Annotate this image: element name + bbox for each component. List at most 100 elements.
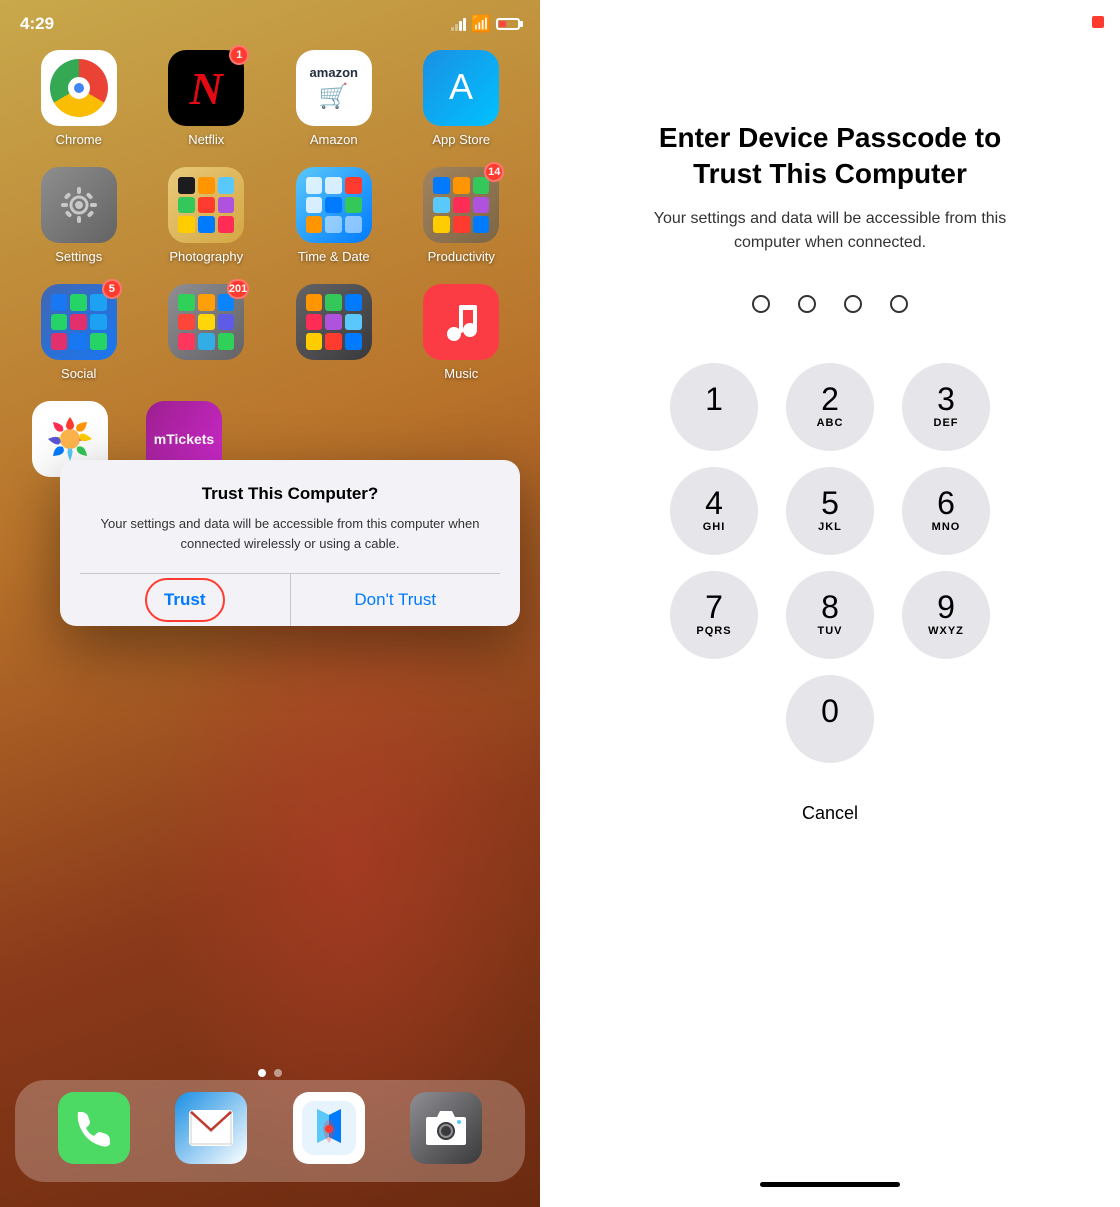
- dock-phone[interactable]: [54, 1092, 134, 1170]
- cancel-button[interactable]: Cancel: [802, 803, 858, 824]
- app-timedate[interactable]: Time & Date: [279, 167, 389, 264]
- social-badge: 5: [102, 279, 122, 299]
- trust-button[interactable]: Trust: [80, 574, 291, 626]
- key-2-number: 2: [821, 383, 839, 415]
- key-0[interactable]: 0: [786, 675, 874, 763]
- app-grid: Chrome 1 N Netflix amazon 🛒 Amazon: [0, 40, 540, 528]
- key-3[interactable]: 3 DEF: [902, 363, 990, 451]
- page-dot-1: [258, 1069, 266, 1077]
- page-dot-2: [274, 1069, 282, 1077]
- passcode-subtitle: Your settings and data will be accessibl…: [650, 207, 1010, 255]
- dock-maps[interactable]: [289, 1092, 369, 1170]
- numpad: 1 2 ABC 3 DEF 4 GHI 5 J: [540, 363, 1120, 763]
- key-8-number: 8: [821, 591, 839, 623]
- productivity-badge: 14: [484, 162, 504, 182]
- numpad-row-1: 1 2 ABC 3 DEF: [670, 363, 990, 451]
- signal-icon: [451, 18, 466, 31]
- settings-label: Settings: [55, 249, 102, 264]
- netflix-icon[interactable]: 1 N: [168, 50, 244, 126]
- social-label: Social: [61, 366, 96, 381]
- key-1-number: 1: [705, 383, 723, 415]
- photography-icon[interactable]: [168, 167, 244, 243]
- app-amazon[interactable]: amazon 🛒 Amazon: [279, 50, 389, 147]
- key-7-number: 7: [705, 591, 723, 623]
- phone-icon[interactable]: [58, 1092, 130, 1164]
- app-netflix[interactable]: 1 N Netflix: [151, 50, 261, 147]
- svg-text:A: A: [449, 66, 473, 107]
- battery-indicator: [1092, 16, 1104, 28]
- mail-icon[interactable]: [175, 1092, 247, 1164]
- key-4-number: 4: [705, 487, 723, 519]
- numpad-row-3: 7 PQRS 8 TUV 9 WXYZ: [670, 571, 990, 659]
- key-9[interactable]: 9 WXYZ: [902, 571, 990, 659]
- passcode-screen: Enter Device Passcode to Trust This Comp…: [540, 0, 1120, 1207]
- key-6[interactable]: 6 MNO: [902, 467, 990, 555]
- passcode-dots: [752, 295, 908, 313]
- music-icon[interactable]: [423, 284, 499, 360]
- settings-icon[interactable]: [41, 167, 117, 243]
- chrome-icon[interactable]: [41, 50, 117, 126]
- folder201-icon[interactable]: 201: [168, 284, 244, 360]
- dont-trust-button[interactable]: Don't Trust: [291, 574, 501, 626]
- key-8[interactable]: 8 TUV: [786, 571, 874, 659]
- folder201-badge: 201: [227, 279, 249, 299]
- dock-camera[interactable]: [406, 1092, 486, 1170]
- app-folderB[interactable]: [279, 284, 389, 381]
- maps-icon[interactable]: [293, 1092, 365, 1164]
- app-productivity[interactable]: 14 Productivity: [406, 167, 516, 264]
- app-settings[interactable]: Settings: [24, 167, 134, 264]
- key-1[interactable]: 1: [670, 363, 758, 451]
- app-row-1: Chrome 1 N Netflix amazon 🛒 Amazon: [15, 50, 525, 147]
- battery-icon: [496, 18, 520, 30]
- netflix-label: Netflix: [188, 132, 224, 147]
- folderB-icon[interactable]: [296, 284, 372, 360]
- key-2-letters: ABC: [817, 417, 844, 431]
- app-chrome[interactable]: Chrome: [24, 50, 134, 147]
- amazon-icon[interactable]: amazon 🛒: [296, 50, 372, 126]
- appstore-icon[interactable]: A: [423, 50, 499, 126]
- app-music[interactable]: Music: [406, 284, 516, 381]
- key-7[interactable]: 7 PQRS: [670, 571, 758, 659]
- dock-mail[interactable]: [171, 1092, 251, 1170]
- numpad-row-2: 4 GHI 5 JKL 6 MNO: [670, 467, 990, 555]
- phone-screen: 4:29 📶 Chrome: [0, 0, 540, 1207]
- trust-dialog-title: Trust This Computer?: [80, 484, 500, 504]
- passcode-dot-2: [798, 295, 816, 313]
- trust-dialog-message: Your settings and data will be accessibl…: [80, 514, 500, 553]
- app-social[interactable]: 5 Social: [24, 284, 134, 381]
- appstore-label: App Store: [432, 132, 490, 147]
- key-4[interactable]: 4 GHI: [670, 467, 758, 555]
- passcode-dot-4: [890, 295, 908, 313]
- passcode-title: Enter Device Passcode to Trust This Comp…: [640, 120, 1020, 193]
- app-row-3: 5 Social: [15, 284, 525, 381]
- app-folder201[interactable]: 201: [151, 284, 261, 381]
- key-3-letters: DEF: [934, 417, 959, 431]
- page-dots: [258, 1069, 282, 1077]
- productivity-icon[interactable]: 14: [423, 167, 499, 243]
- key-9-letters: WXYZ: [928, 625, 964, 639]
- app-row-2: Settings Photo: [15, 167, 525, 264]
- app-appstore[interactable]: A App Store: [406, 50, 516, 147]
- passcode-dot-3: [844, 295, 862, 313]
- social-icon[interactable]: 5: [41, 284, 117, 360]
- key-7-letters: PQRS: [696, 625, 731, 639]
- photography-label: Photography: [169, 249, 243, 264]
- key-8-letters: TUV: [818, 625, 843, 639]
- key-6-number: 6: [937, 487, 955, 519]
- key-2[interactable]: 2 ABC: [786, 363, 874, 451]
- numpad-row-4: 0: [786, 675, 874, 763]
- timedate-icon[interactable]: [296, 167, 372, 243]
- productivity-label: Productivity: [428, 249, 495, 264]
- key-5-number: 5: [821, 487, 839, 519]
- status-bar: 4:29 📶: [0, 0, 540, 40]
- chrome-label: Chrome: [56, 132, 102, 147]
- app-photography[interactable]: Photography: [151, 167, 261, 264]
- camera-icon[interactable]: [410, 1092, 482, 1164]
- trust-dialog: Trust This Computer? Your settings and d…: [60, 460, 520, 626]
- amazon-label: Amazon: [310, 132, 358, 147]
- key-3-number: 3: [937, 383, 955, 415]
- key-5[interactable]: 5 JKL: [786, 467, 874, 555]
- timedate-label: Time & Date: [298, 249, 370, 264]
- key-0-number: 0: [821, 695, 839, 727]
- trust-buttons: Trust Don't Trust: [80, 573, 500, 626]
